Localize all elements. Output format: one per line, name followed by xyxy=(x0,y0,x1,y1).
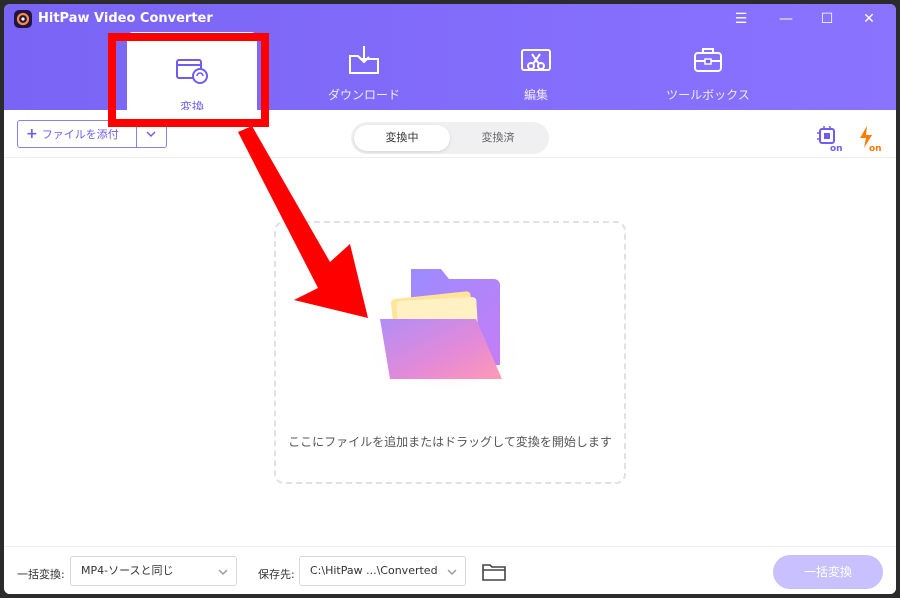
plus-icon: + xyxy=(26,126,38,142)
download-folder-icon xyxy=(349,46,379,74)
save-path-value: C:\HitPaw ...\Converted xyxy=(310,564,438,577)
save-path-select[interactable]: C:\HitPaw ...\Converted xyxy=(299,556,466,586)
drop-hint: ここにファイルを追加またはドラッグして変換を開始します xyxy=(288,435,612,449)
lightning-on-icon[interactable]: on xyxy=(855,124,883,152)
segment-converting[interactable]: 変換中 xyxy=(354,125,450,151)
minimize-button[interactable]: — xyxy=(775,9,797,29)
tab-toolbox-label: ツールボックス xyxy=(666,88,750,102)
tab-edit-label: 編集 xyxy=(523,88,548,102)
folder-icon xyxy=(366,269,526,389)
add-file-label: ファイルを添付 xyxy=(41,128,119,141)
chevron-down-icon xyxy=(447,569,457,575)
speed-on-text: on xyxy=(869,144,882,152)
convert-all-button[interactable]: 一括変換 xyxy=(773,555,883,589)
cpu-on-icon[interactable]: on xyxy=(815,124,843,152)
save-location-label: 保存先: xyxy=(258,568,295,581)
drop-zone[interactable]: ここにファイルを追加またはドラッグして変換を開始します xyxy=(274,221,626,484)
tab-toolbox[interactable]: ツールボックス xyxy=(643,44,773,108)
open-folder-icon[interactable] xyxy=(482,563,506,581)
tab-download[interactable]: ダウンロード xyxy=(299,44,429,108)
tab-edit[interactable]: 編集 xyxy=(471,44,601,108)
edit-scissors-icon xyxy=(521,49,551,71)
menu-icon[interactable]: ☰ xyxy=(730,9,752,29)
format-value: MP4-ソースと同じ xyxy=(81,564,174,577)
footer: 一括変換: MP4-ソースと同じ 保存先: C:\HitPaw ...\Conv… xyxy=(4,546,896,594)
hw-on-text: on xyxy=(830,144,843,152)
title-bar: HitPaw Video Converter ☰ — ☐ ✕ xyxy=(4,4,896,34)
status-segment: 変換中 変換済 xyxy=(351,122,549,154)
batch-convert-label: 一括変換: xyxy=(17,568,65,581)
app-title: HitPaw Video Converter xyxy=(38,11,213,26)
toolbox-icon xyxy=(694,48,722,72)
output-format-select[interactable]: MP4-ソースと同じ xyxy=(70,556,237,586)
app-logo-icon xyxy=(14,10,32,28)
annotation-highlight-box xyxy=(108,33,269,127)
tab-download-label: ダウンロード xyxy=(327,88,400,102)
maximize-button[interactable]: ☐ xyxy=(816,9,838,29)
segment-converted[interactable]: 変換済 xyxy=(450,125,546,151)
close-button[interactable]: ✕ xyxy=(858,9,880,29)
chevron-down-icon xyxy=(218,569,228,575)
chevron-down-icon xyxy=(146,131,156,138)
